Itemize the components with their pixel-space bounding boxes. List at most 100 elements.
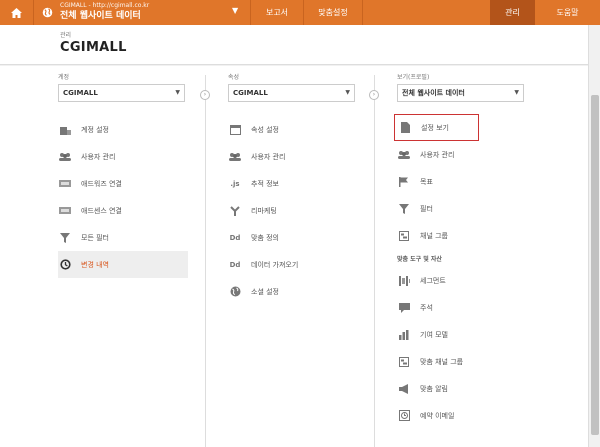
item-label: 속성 설정 (251, 125, 279, 134)
segment-icon (397, 274, 411, 288)
account-url: CGIMALL - http://cgimall.co.kr (60, 2, 150, 9)
nav-admin[interactable]: 관리 (490, 0, 535, 25)
view-label: 보기(프로필) (397, 74, 430, 81)
doc-icon (398, 121, 412, 135)
social-settings[interactable]: 소셜 설정 (228, 278, 358, 305)
dd-icon: Dd (229, 233, 241, 242)
page-header: 관리 CGIMALL (0, 25, 588, 65)
chevron-down-icon: ▼ (345, 89, 350, 96)
chevron-down-icon: ▼ (514, 89, 519, 96)
property-select[interactable]: CGIMALL ▼ (228, 84, 355, 102)
remarketing[interactable]: 리마케팅 (228, 197, 358, 224)
item-label: 애드센스 연결 (81, 206, 122, 215)
view-settings[interactable]: 설정 보기 (394, 114, 479, 141)
property-select-value: CGIMALL (233, 89, 268, 97)
item-label: 목표 (420, 177, 433, 186)
account-view-name: 전체 웹사이트 데이터 (60, 11, 141, 21)
note-icon (397, 301, 411, 315)
annotations[interactable]: 주석 (397, 294, 527, 321)
adwords-link[interactable]: 애드워즈 연결 (58, 170, 188, 197)
all-filters[interactable]: 모든 필터 (58, 224, 188, 251)
account-select-value: CGIMALL (63, 89, 98, 97)
item-label: 리마케팅 (251, 206, 277, 215)
tracking-info[interactable]: .js 추적 정보 (228, 170, 358, 197)
custom-definitions[interactable]: Dd 맞춤 정의 (228, 224, 358, 251)
item-label: 변경 내역 (81, 260, 109, 269)
property-settings[interactable]: 속성 설정 (228, 116, 358, 143)
nav-reports[interactable]: 보고서 (251, 0, 303, 25)
page-title: CGIMALL (60, 40, 127, 55)
item-label: 예약 이메일 (420, 411, 455, 420)
top-bar: CGIMALL - http://cgimall.co.kr 전체 웹사이트 데… (0, 0, 600, 25)
item-label: 필터 (420, 204, 433, 213)
item-label: 애드워즈 연결 (81, 179, 122, 188)
attribution-models[interactable]: 기여 모델 (397, 321, 527, 348)
account-selector[interactable]: CGIMALL - http://cgimall.co.kr 전체 웹사이트 데… (60, 2, 240, 24)
item-label: 맞춤 정의 (251, 233, 279, 242)
home-button[interactable] (0, 0, 34, 25)
home-icon (11, 7, 22, 18)
view-user-management[interactable]: 사용자 관리 (397, 141, 527, 168)
flag-icon (397, 175, 411, 189)
scrollbar-thumb[interactable] (591, 95, 599, 435)
nav-customization[interactable]: 맞춤설정 (304, 0, 362, 25)
account-select[interactable]: CGIMALL ▼ (58, 84, 185, 102)
dd-icon: Dd (229, 260, 241, 269)
filter-icon (397, 202, 411, 216)
view-select-value: 전체 웹사이트 데이터 (402, 89, 465, 97)
section-heading: 맞춤 도구 및 자산 (397, 256, 442, 263)
filters[interactable]: 필터 (397, 195, 527, 222)
chevron-down-icon[interactable]: ▼ (232, 6, 238, 15)
account-user-management[interactable]: 사용자 관리 (58, 143, 188, 170)
channel-grouping[interactable]: 채널 그룹 (397, 222, 527, 249)
property-user-management[interactable]: 사용자 관리 (228, 143, 358, 170)
custom-channel-grouping[interactable]: 맞춤 채널 그룹 (397, 348, 527, 375)
globe-icon (36, 0, 58, 25)
clock-icon (397, 409, 411, 423)
arrow-right-icon: › (369, 90, 379, 100)
change-history[interactable]: 변경 내역 (58, 251, 188, 278)
breadcrumb: 관리 (60, 32, 72, 39)
globe-icon (228, 285, 242, 299)
view-select[interactable]: 전체 웹사이트 데이터 ▼ (397, 84, 524, 102)
item-label: 채널 그룹 (420, 231, 448, 240)
adsense-link[interactable]: 애드센스 연결 (58, 197, 188, 224)
item-label: 맞춤 채널 그룹 (420, 357, 464, 366)
bars-icon (397, 328, 411, 342)
filter-icon (58, 231, 72, 245)
history-icon (58, 258, 72, 272)
channel-icon (397, 355, 411, 369)
building-icon (58, 123, 72, 137)
item-label: 맞춤 알림 (420, 384, 448, 393)
item-label: 데이터 가져오기 (251, 260, 299, 269)
window-icon (228, 123, 242, 137)
item-label: 사용자 관리 (420, 150, 455, 159)
data-import[interactable]: Dd 데이터 가져오기 (228, 251, 358, 278)
goals[interactable]: 목표 (397, 168, 527, 195)
item-label: 소셜 설정 (251, 287, 279, 296)
scheduled-emails[interactable]: 예약 이메일 (397, 402, 527, 429)
js-icon: .js (230, 179, 240, 188)
account-label: 계정 (58, 74, 70, 81)
arrow-right-icon: › (200, 90, 210, 100)
property-column: 속성 CGIMALL ▼ 속성 설정 사용자 관리 .js 추적 정보 리마케팅 … (228, 72, 358, 305)
chevron-down-icon: ▼ (175, 89, 180, 96)
account-settings[interactable]: 계정 설정 (58, 116, 188, 143)
item-label: 사용자 관리 (251, 152, 286, 161)
users-icon (58, 150, 72, 164)
account-column: 계정 CGIMALL ▼ 계정 설정 사용자 관리 애드워즈 연결 애드센스 연… (58, 72, 188, 278)
item-label: 모든 필터 (81, 233, 109, 242)
segments[interactable]: 세그먼트 (397, 267, 527, 294)
fork-icon (228, 204, 242, 218)
link-panel-icon (58, 204, 72, 218)
item-label: 추적 정보 (251, 179, 279, 188)
property-label: 속성 (228, 74, 240, 81)
scrollbar[interactable] (588, 25, 600, 447)
users-icon (397, 148, 411, 162)
view-column: 보기(프로필) 전체 웹사이트 데이터 ▼ 설정 보기 사용자 관리 목표 필터… (394, 72, 527, 429)
link-panel-icon (58, 177, 72, 191)
item-label: 계정 설정 (81, 125, 109, 134)
nav-help[interactable]: 도움말 (535, 0, 600, 25)
item-label: 기여 모델 (420, 330, 448, 339)
custom-alerts[interactable]: 맞춤 알림 (397, 375, 527, 402)
